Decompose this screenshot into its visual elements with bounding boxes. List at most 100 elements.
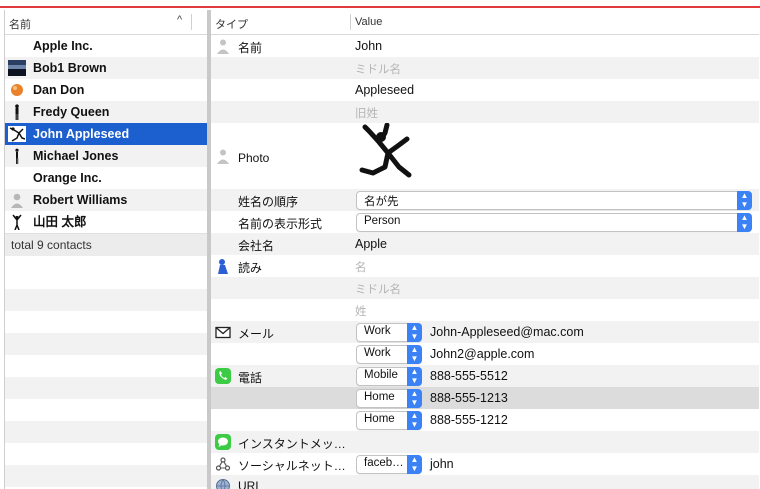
reading-first-row: 読み 名	[211, 255, 759, 277]
name-column-header[interactable]: 名前	[9, 16, 31, 32]
popup-stepper-icon: ▲ ▼	[407, 345, 422, 364]
display-format-row: 名前の表示形式 Person ▲ ▼	[211, 211, 759, 233]
phone-field[interactable]: 888-555-1212	[430, 413, 508, 427]
social-network-icon	[215, 457, 231, 471]
standing-person-icon	[15, 104, 19, 120]
reading-last-row: 姓	[211, 299, 759, 321]
name-order-label: 姓名の順序	[238, 195, 299, 209]
phone-type-popup[interactable]: Mobile ▲ ▼	[356, 367, 422, 386]
window-top-accent-line	[0, 6, 760, 8]
social-field[interactable]: john	[430, 457, 454, 471]
middle-name-field[interactable]: ミドル名	[355, 61, 401, 77]
contact-name: Orange Inc.	[33, 171, 102, 185]
social-type-popup[interactable]: faceb… ▲ ▼	[356, 455, 422, 474]
name-order-value: 名が先	[364, 196, 399, 208]
contact-row[interactable]: Apple Inc.	[5, 35, 208, 57]
first-name-field[interactable]: John	[355, 39, 382, 53]
contact-name: Fredy Queen	[33, 105, 110, 119]
generic-person-icon	[11, 193, 23, 208]
social-type-value: faceb…	[364, 457, 404, 469]
contact-row[interactable]: 山田 太郎	[5, 211, 208, 233]
instant-message-label: インスタントメッ…	[238, 437, 346, 451]
detail-table-header: タイプ Value	[211, 10, 759, 35]
phone-row: 電話 Mobile ▲ ▼ 888-555-5512	[211, 365, 759, 387]
contact-name: Bob1 Brown	[33, 61, 107, 75]
url-label: URL	[238, 479, 263, 489]
message-bubble-icon	[215, 434, 231, 450]
reading-middle-field[interactable]: ミドル名	[355, 281, 401, 297]
middle-name-row: ミドル名	[211, 57, 759, 79]
last-name-field[interactable]: Appleseed	[355, 83, 414, 97]
contact-name: Apple Inc.	[33, 39, 93, 53]
photo-row: Photo	[211, 123, 759, 189]
email-row: メール Work ▲ ▼ John-Appleseed@mac.com	[211, 321, 759, 343]
phone-type-value: Mobile	[364, 369, 398, 381]
company-label: 会社名	[238, 239, 275, 253]
globe-icon	[216, 479, 230, 489]
display-format-popup[interactable]: Person ▲ ▼	[356, 213, 752, 232]
contact-row[interactable]: Orange Inc.	[5, 167, 208, 189]
phone-type-popup[interactable]: Home ▲ ▼	[356, 389, 422, 408]
reading-last-field[interactable]: 姓	[355, 303, 367, 319]
blue-person-icon	[218, 259, 228, 274]
maiden-name-row: 旧姓	[211, 101, 759, 123]
contact-row[interactable]: Michael Jones	[5, 145, 208, 167]
email-field[interactable]: John2@apple.com	[430, 347, 534, 361]
orange-photo-icon	[11, 84, 23, 96]
person-silhouette-icon	[217, 149, 229, 164]
column-separator	[350, 14, 351, 30]
contact-row[interactable]: Fredy Queen	[5, 101, 208, 123]
envelope-icon	[215, 326, 231, 339]
social-network-label: ソーシャルネット…	[238, 459, 346, 473]
value-column-header[interactable]: Value	[355, 16, 382, 28]
email-field[interactable]: John-Appleseed@mac.com	[430, 325, 584, 339]
name-order-row: 姓名の順序 名が先 ▲ ▼	[211, 189, 759, 211]
standing-person-icon	[15, 148, 19, 164]
company-field[interactable]: Apple	[355, 237, 387, 251]
contact-list-header[interactable]: 名前 ^	[5, 10, 208, 35]
email-label: メール	[238, 327, 275, 341]
phone-type-value: Home	[364, 413, 395, 425]
sort-ascending-icon[interactable]: ^	[177, 14, 182, 26]
contact-list-pane: 名前 ^ Apple Inc. Bob1 Brown Dan Don Fredy…	[4, 10, 208, 489]
jumping-person-photo[interactable]	[355, 123, 417, 189]
contact-row[interactable]: Robert Williams	[5, 189, 208, 211]
reading-label: 読み	[238, 261, 263, 275]
reading-first-field[interactable]: 名	[355, 259, 367, 275]
popup-stepper-icon: ▲ ▼	[407, 411, 422, 430]
person-silhouette-icon	[217, 39, 229, 54]
contact-name: 山田 太郎	[33, 215, 87, 229]
contact-detail-pane: タイプ Value 名前 John ミドル名 Appleseed 旧姓 Phot…	[211, 10, 759, 489]
instant-message-row: インスタントメッ…	[211, 431, 759, 453]
phone-icon	[215, 368, 231, 384]
display-format-label: 名前の表示形式	[238, 217, 323, 231]
type-column-header[interactable]: タイプ	[215, 16, 248, 32]
contact-name: John Appleseed	[33, 127, 130, 141]
email-type-value: Work	[364, 347, 391, 359]
phone-row: Home ▲ ▼ 888-555-1212	[211, 409, 759, 431]
phone-type-popup[interactable]: Home ▲ ▼	[356, 411, 422, 430]
popup-stepper-icon: ▲ ▼	[407, 389, 422, 408]
reading-middle-row: ミドル名	[211, 277, 759, 299]
phone-row-highlighted: Home ▲ ▼ 888-555-1213	[211, 387, 759, 409]
empty-list-rows	[5, 267, 208, 489]
contact-list: Apple Inc. Bob1 Brown Dan Don Fredy Quee…	[5, 35, 208, 233]
phone-field[interactable]: 888-555-1213	[430, 391, 508, 405]
popup-stepper-icon: ▲ ▼	[407, 455, 422, 474]
contact-row[interactable]: Dan Don	[5, 79, 208, 101]
popup-stepper-icon: ▲ ▼	[407, 323, 422, 342]
email-type-popup[interactable]: Work ▲ ▼	[356, 345, 422, 364]
column-separator	[191, 14, 192, 30]
email-row: Work ▲ ▼ John2@apple.com	[211, 343, 759, 365]
contact-name: Robert Williams	[33, 193, 128, 207]
contact-count-footer: total 9 contacts	[5, 233, 208, 256]
maiden-name-field[interactable]: 旧姓	[355, 105, 378, 121]
email-type-popup[interactable]: Work ▲ ▼	[356, 323, 422, 342]
phone-field[interactable]: 888-555-5512	[430, 369, 508, 383]
company-row: 会社名 Apple	[211, 233, 759, 255]
contact-row-selected[interactable]: John Appleseed	[5, 123, 208, 145]
name-order-popup[interactable]: 名が先 ▲ ▼	[356, 191, 752, 210]
last-name-row: Appleseed	[211, 79, 759, 101]
contact-row[interactable]: Bob1 Brown	[5, 57, 208, 79]
popup-stepper-icon: ▲ ▼	[737, 191, 752, 210]
